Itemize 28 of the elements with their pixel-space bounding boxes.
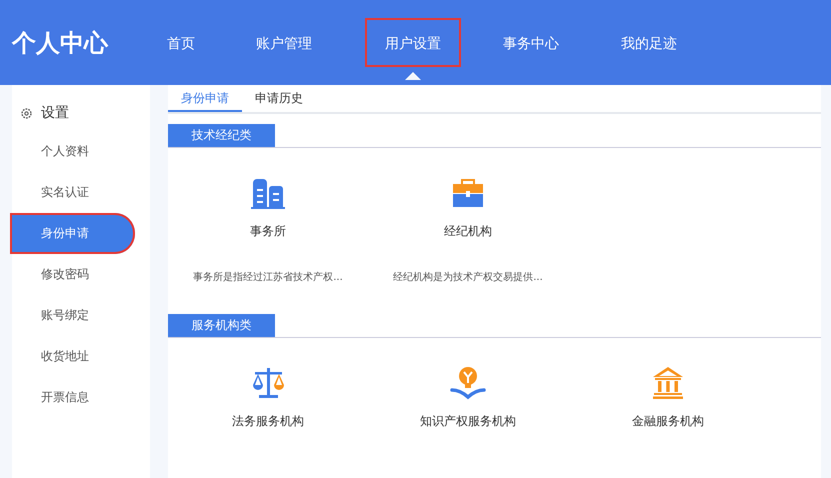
item-title[interactable]: 事务所	[250, 223, 286, 240]
item-title[interactable]: 知识产权服务机构	[420, 413, 516, 430]
sidebar-item[interactable]: 身份申请	[10, 213, 135, 254]
item-description: 经纪机构是为技术产权交易提供...	[393, 270, 543, 284]
tab[interactable]: 申请历史	[242, 85, 316, 112]
page-title: 个人中心	[12, 28, 110, 58]
section-label: 技术经纪类	[168, 124, 275, 147]
bank-icon	[650, 365, 686, 401]
item-title[interactable]: 金融服务机构	[632, 413, 704, 430]
sidebar-item[interactable]: 账号绑定	[12, 295, 137, 336]
tab[interactable]: 身份申请	[168, 85, 242, 112]
sidebar-heading: 设置	[41, 104, 69, 122]
item-description: 事务所是指经过江苏省技术产权...	[193, 270, 343, 284]
settings-icon	[20, 106, 33, 120]
sidebar-item[interactable]: 个人资料	[12, 131, 137, 172]
lightbulb-book-icon	[450, 365, 486, 401]
item-title[interactable]: 经纪机构	[444, 223, 492, 240]
sidebar-item[interactable]: 收货地址	[12, 336, 137, 377]
sidebar-item[interactable]: 开票信息	[12, 377, 137, 418]
nav-link[interactable]: 首页	[148, 18, 214, 67]
scale-icon	[250, 365, 286, 401]
item-title[interactable]: 法务服务机构	[232, 413, 304, 430]
section-label: 服务机构类	[168, 314, 275, 337]
nav-link[interactable]: 我的足迹	[590, 18, 708, 67]
nav-link[interactable]: 账户管理	[214, 18, 354, 67]
nav-link[interactable]: 事务中心	[472, 18, 590, 67]
sidebar-item[interactable]: 实名认证	[12, 172, 137, 213]
sidebar-item[interactable]: 修改密码	[12, 254, 137, 295]
